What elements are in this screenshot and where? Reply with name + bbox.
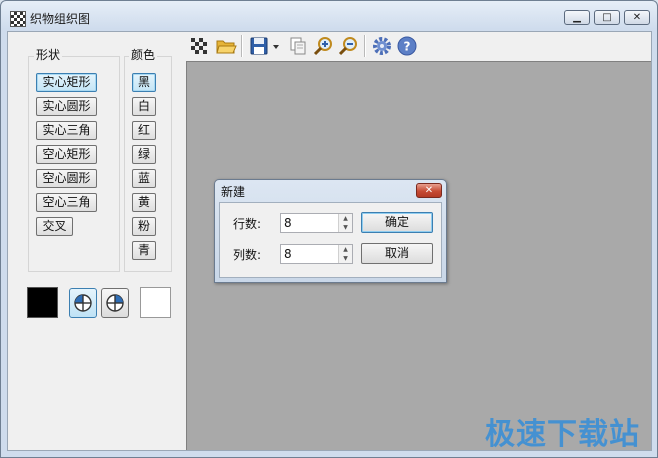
spin-down-icon[interactable]: ▼ bbox=[339, 223, 352, 232]
ok-button[interactable]: 确定 bbox=[361, 212, 433, 233]
pattern-icon bbox=[191, 38, 207, 54]
rows-spin-arrows[interactable]: ▲ ▼ bbox=[338, 214, 352, 232]
cols-spin-arrows[interactable]: ▲ ▼ bbox=[338, 245, 352, 263]
filled-quadrant-icon bbox=[74, 294, 92, 312]
spin-up-icon[interactable]: ▲ bbox=[339, 245, 352, 254]
save-icon bbox=[250, 37, 268, 55]
left-panel: 形状 实心矩形 实心圆形 实心三角 空心矩形 空心圆形 空心三角 交叉 颜色 黑… bbox=[8, 32, 184, 450]
shape-solid-circle-button[interactable]: 实心圆形 bbox=[36, 97, 97, 116]
color-white-button[interactable]: 白 bbox=[132, 97, 156, 116]
zoom-out-icon bbox=[338, 37, 357, 56]
shape-solid-rect-button[interactable]: 实心矩形 bbox=[36, 73, 97, 92]
settings-button[interactable] bbox=[371, 35, 393, 57]
open-folder-icon bbox=[216, 40, 237, 54]
client-area: 形状 实心矩形 实心圆形 实心三角 空心矩形 空心圆形 空心三角 交叉 颜色 黑… bbox=[7, 31, 652, 451]
help-button[interactable]: ? bbox=[396, 35, 418, 57]
dialog-body: 行数: 8 ▲ ▼ 确定 列数: 8 ▲ ▼ 取消 bbox=[219, 202, 442, 278]
dropdown-arrow-icon bbox=[273, 45, 279, 49]
toolbar-separator bbox=[241, 35, 243, 57]
spin-up-icon[interactable]: ▲ bbox=[339, 214, 352, 223]
copy-button[interactable] bbox=[287, 35, 309, 57]
minimize-icon: ▁ bbox=[573, 12, 581, 23]
color-red-button[interactable]: 红 bbox=[132, 121, 156, 140]
svg-text:?: ? bbox=[404, 40, 411, 54]
foreground-color-swatch[interactable] bbox=[27, 287, 58, 318]
fill-mode-button[interactable] bbox=[69, 288, 97, 318]
outline-mode-button[interactable] bbox=[101, 288, 129, 318]
color-pink-button[interactable]: 粉 bbox=[132, 217, 156, 236]
shape-hollow-circle-button[interactable]: 空心圆形 bbox=[36, 169, 97, 188]
cols-spinbox[interactable]: 8 ▲ ▼ bbox=[280, 244, 353, 264]
dialog-title: 新建 bbox=[221, 185, 246, 199]
close-icon: ✕ bbox=[632, 12, 642, 23]
zoom-out-button[interactable] bbox=[337, 35, 359, 57]
cancel-button[interactable]: 取消 bbox=[361, 243, 433, 264]
cols-label: 列数: bbox=[233, 248, 262, 262]
zoom-in-button[interactable] bbox=[312, 35, 334, 57]
open-button[interactable] bbox=[215, 35, 237, 57]
shape-solid-triangle-button[interactable]: 实心三角 bbox=[36, 121, 97, 140]
close-button[interactable]: ✕ bbox=[624, 10, 650, 25]
shape-group-label: 形状 bbox=[34, 46, 63, 63]
shape-cross-button[interactable]: 交叉 bbox=[36, 217, 73, 236]
color-blue-button[interactable]: 蓝 bbox=[132, 169, 156, 188]
app-pattern-icon bbox=[10, 11, 26, 27]
color-black-button[interactable]: 黑 bbox=[132, 73, 156, 92]
window-title: 织物组织图 bbox=[30, 12, 91, 26]
cols-value: 8 bbox=[284, 247, 292, 261]
background-color-swatch[interactable] bbox=[140, 287, 171, 318]
color-cyan-button[interactable]: 青 bbox=[132, 241, 156, 260]
dialog-close-button[interactable]: ✕ bbox=[416, 183, 442, 198]
new-pattern-button[interactable] bbox=[188, 35, 210, 57]
maximize-icon: □ bbox=[602, 12, 612, 23]
save-options-dropdown[interactable] bbox=[271, 35, 281, 57]
toolbar: ? bbox=[184, 32, 651, 60]
spin-down-icon[interactable]: ▼ bbox=[339, 254, 352, 263]
title-bar[interactable]: 织物组织图 ▁ □ ✕ bbox=[1, 1, 657, 33]
toolbar-separator bbox=[364, 35, 366, 57]
copy-icon bbox=[290, 37, 306, 55]
minimize-button[interactable]: ▁ bbox=[564, 10, 590, 25]
maximize-button[interactable]: □ bbox=[594, 10, 620, 25]
watermark-logo: 极速下载站 bbox=[485, 417, 640, 452]
save-button[interactable] bbox=[248, 35, 270, 57]
color-group-label: 颜色 bbox=[129, 46, 158, 63]
help-icon: ? bbox=[397, 36, 417, 56]
color-yellow-button[interactable]: 黄 bbox=[132, 193, 156, 212]
rows-spinbox[interactable]: 8 ▲ ▼ bbox=[280, 213, 353, 233]
rows-label: 行数: bbox=[233, 217, 262, 231]
rows-value: 8 bbox=[284, 216, 292, 230]
zoom-in-icon bbox=[313, 37, 332, 56]
settings-gear-icon bbox=[373, 37, 391, 55]
new-dialog: 新建 ✕ 行数: 8 ▲ ▼ 确定 列数: 8 ▲ ▼ 取消 bbox=[214, 179, 447, 283]
app-window: 织物组织图 ▁ □ ✕ 形状 实心矩形 实心圆形 实心三角 空心矩形 空心圆形 … bbox=[0, 0, 658, 458]
shape-hollow-rect-button[interactable]: 空心矩形 bbox=[36, 145, 97, 164]
shape-hollow-triangle-button[interactable]: 空心三角 bbox=[36, 193, 97, 212]
color-green-button[interactable]: 绿 bbox=[132, 145, 156, 164]
close-icon: ✕ bbox=[424, 185, 434, 196]
quadrant-icon bbox=[106, 294, 124, 312]
